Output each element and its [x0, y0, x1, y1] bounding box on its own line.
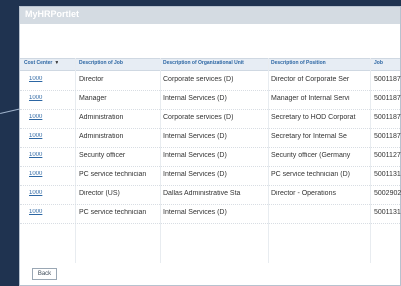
job-id-cell: 5001187: [374, 76, 401, 83]
cost-center-link[interactable]: 1000: [29, 152, 57, 158]
table-row: 1000 PC service technician Internal Servic…: [20, 166, 401, 186]
table-row: 1000 Director Corporate services (D) Direct…: [20, 71, 401, 91]
table-row: 1000 Manager Internal Services (D) Manager …: [20, 90, 401, 110]
cost-center-link[interactable]: 1000: [29, 209, 57, 215]
job-description-cell: Administration: [79, 114, 124, 121]
table-row: 1000 PC service technician Internal Servic…: [20, 204, 401, 224]
position-cell: Director of Corporate Ser: [271, 76, 350, 83]
portlet-titlebar: MyHRPortlet: [20, 7, 400, 25]
table-row: 1000 Administration Corporate services (D)…: [20, 109, 401, 129]
org-unit-cell: Internal Services (D): [163, 133, 227, 140]
cost-center-link[interactable]: 1000: [29, 95, 57, 101]
table-row: 1000 Director (US) Dallas Administrative S…: [20, 185, 401, 205]
sort-down-icon[interactable]: ▼: [54, 60, 58, 66]
job-description-cell: Director: [79, 76, 104, 83]
position-cell: Secretary for Internal Se: [271, 133, 347, 140]
org-unit-cell: Corporate services (D): [163, 114, 234, 121]
table-header: Cost Center ▼ Description of Job Descript…: [20, 58, 400, 71]
position-cell: Manager of Internal Servi: [271, 95, 350, 102]
cost-center-link[interactable]: 1000: [29, 76, 57, 82]
job-id-cell: 5001131: [374, 171, 401, 178]
job-id-cell: 5001187: [374, 95, 401, 102]
org-unit-cell: Dallas Administrative Sta: [163, 190, 241, 197]
cost-center-link[interactable]: 1000: [29, 114, 57, 120]
table-row: 1000 Security officer Internal Services (D…: [20, 147, 401, 167]
table-row: 1000 Administration Internal Services (D) S…: [20, 128, 401, 148]
org-unit-cell: Internal Services (D): [163, 152, 227, 159]
cost-center-link[interactable]: 1000: [29, 133, 57, 139]
job-description-cell: Security officer: [79, 152, 126, 159]
col-header-job[interactable]: Job: [374, 60, 398, 66]
job-description-cell: Administration: [79, 133, 124, 140]
org-unit-cell: Internal Services (D): [163, 95, 227, 102]
job-id-cell: 5001187: [374, 133, 401, 140]
position-cell: PC service technician (D): [271, 171, 350, 178]
position-cell: Security officer (Germany: [271, 152, 351, 159]
back-button[interactable]: Back: [32, 268, 57, 280]
job-description-cell: PC service technician: [79, 171, 147, 178]
org-unit-cell: Internal Services (D): [163, 209, 227, 216]
cost-center-link[interactable]: 1000: [29, 171, 57, 177]
org-unit-cell: Corporate services (D): [163, 76, 234, 83]
col-header-org-unit[interactable]: Description of Organizational Unit: [163, 60, 266, 66]
portlet-window: MyHRPortlet Cost Center ▼ Description of …: [19, 6, 401, 286]
position-cell: Director - Operations: [271, 190, 336, 197]
col-header-position[interactable]: Description of Position: [271, 60, 361, 66]
portlet-title: MyHRPortlet: [25, 9, 80, 19]
job-description-cell: Manager: [79, 95, 107, 102]
job-id-cell: 5001127: [374, 152, 401, 159]
org-unit-cell: Internal Services (D): [163, 171, 227, 178]
col-header-job-description[interactable]: Description of Job: [79, 60, 149, 66]
job-description-cell: PC service technician: [79, 209, 147, 216]
col-header-cost-center[interactable]: Cost Center ▼: [24, 60, 58, 66]
job-id-cell: 5002902: [374, 190, 401, 197]
job-description-cell: Director (US): [79, 190, 120, 197]
position-cell: Secretary to HOD Corporat: [271, 114, 356, 121]
portlet-content: Cost Center ▼ Description of Job Descript…: [20, 24, 401, 285]
job-id-cell: 5001131: [374, 209, 401, 216]
job-id-cell: 5001187: [374, 114, 401, 121]
cost-center-link[interactable]: 1000: [29, 190, 57, 196]
